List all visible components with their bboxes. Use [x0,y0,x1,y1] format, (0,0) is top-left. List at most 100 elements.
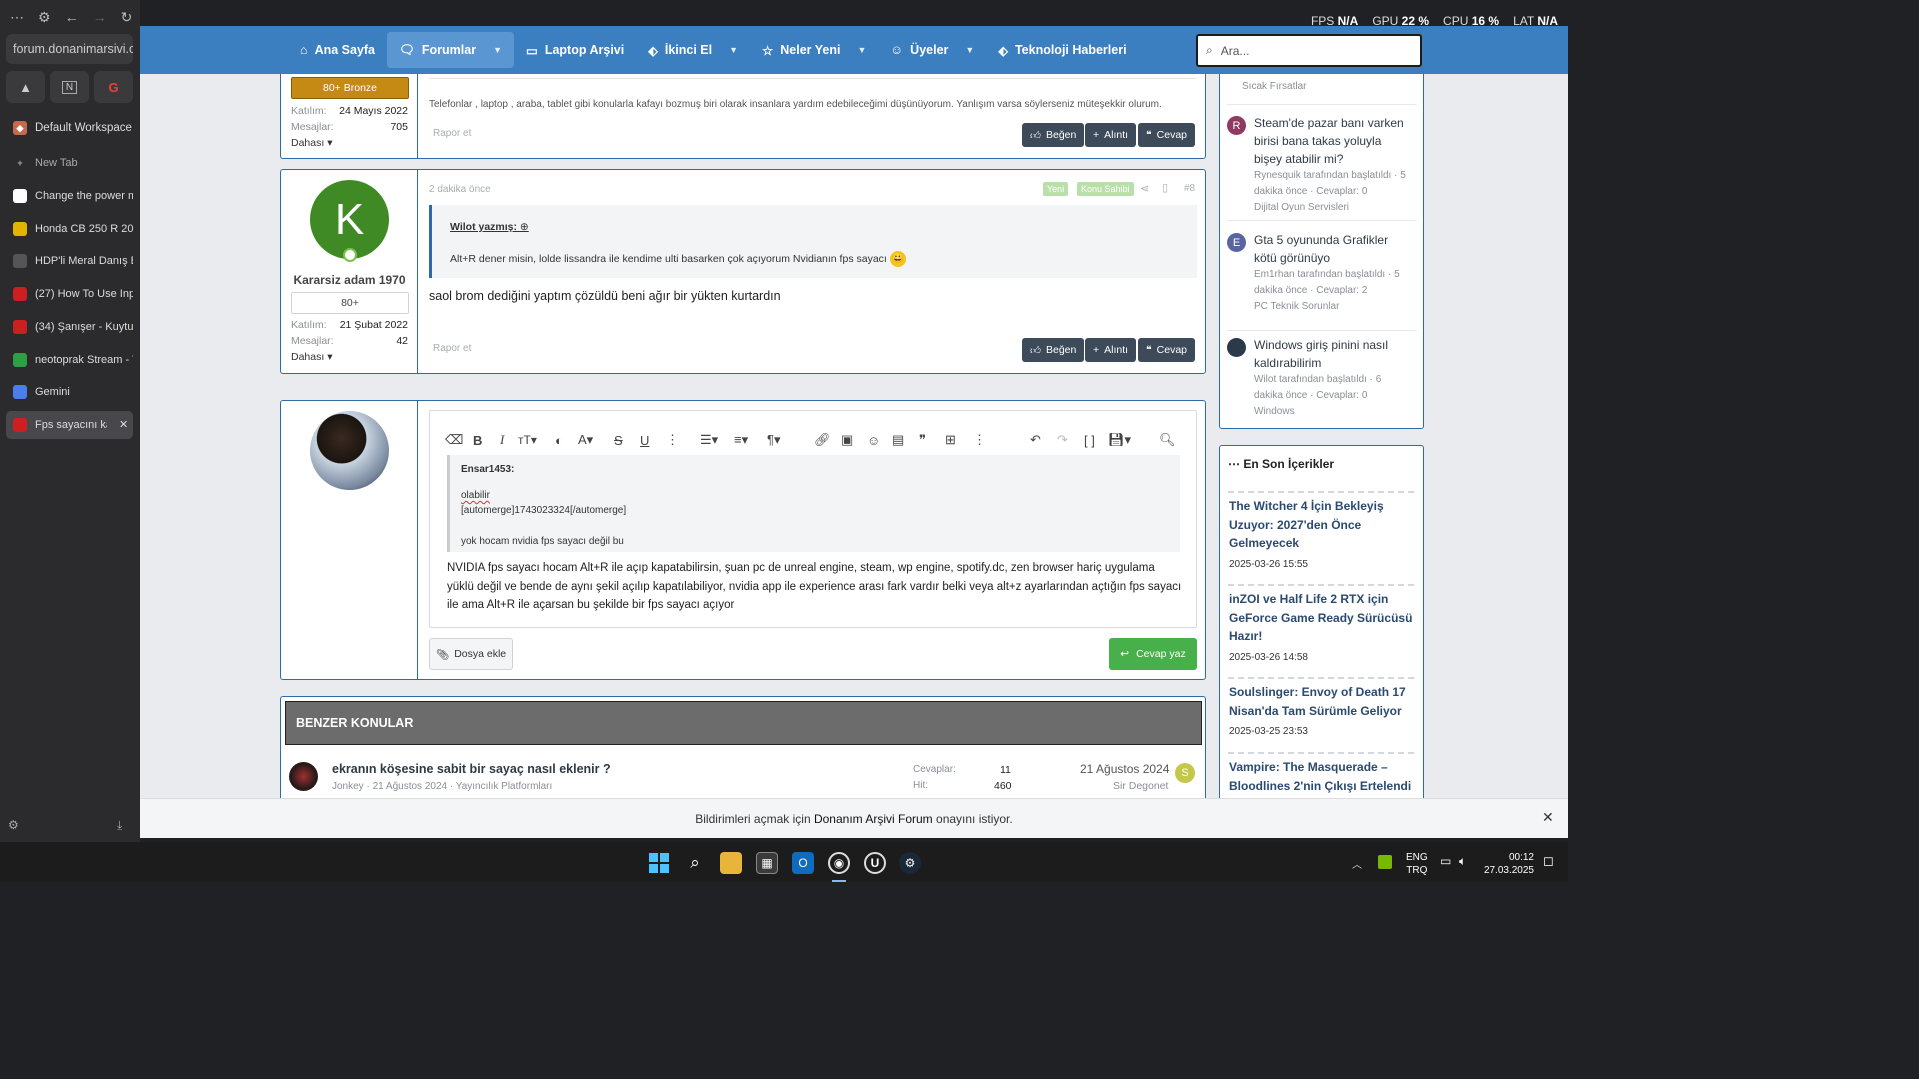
avatar[interactable] [289,762,318,791]
new-tab-button[interactable]: + New Tab [6,149,133,177]
chevron-down-icon[interactable]: ▼ [729,45,738,55]
network-icon[interactable]: ▭ [1440,854,1451,868]
notification-center-icon[interactable]: ◻ [1543,853,1554,869]
list-icon[interactable]: ☰▾ [700,432,718,448]
rich-text-editor[interactable]: ⌫ B I тT▾ ◐ A▾ S U ⋮ ☰▾ ≡▾ ¶▾ 🔗︎ ▣ ☺ ▤ ❞… [429,410,1197,628]
thread-forum[interactable]: Dijital Oyun Servisleri [1227,200,1407,216]
reply-button[interactable]: ❝ Cevap [1138,123,1196,147]
paragraph-icon[interactable]: ¶▾ [767,432,781,448]
table-icon[interactable]: ⊞ [945,432,956,448]
nav-item[interactable]: ▭ Laptop Arşivi [514,32,636,68]
undo-icon[interactable]: ↶ [1030,432,1041,448]
nav-item[interactable]: ⬖ Teknoloji Haberleri [986,32,1138,68]
drafts-icon[interactable]: 💾︎▾ [1108,432,1131,448]
italic-icon[interactable]: I [500,432,504,448]
bold-icon[interactable]: B [473,432,482,448]
chevron-down-icon[interactable]: ▼ [965,45,974,55]
thread-forum[interactable]: Sıcak Fırsatlar [1242,81,1306,92]
avatar[interactable] [1227,338,1246,357]
thread-title[interactable]: Windows giriş pinini nasıl kaldırabiliri… [1227,336,1407,372]
bbcode-icon[interactable]: [ ] [1084,432,1095,448]
nav-item[interactable]: ⬖ İkinci El ▼ [636,32,750,68]
last-post-user[interactable]: Sir Degonet [1113,780,1168,792]
close-icon[interactable]: ✕ [1542,809,1554,826]
text-size-icon[interactable]: тT▾ [518,432,537,448]
store-icon[interactable]: ▦ [756,852,778,874]
share-icon[interactable]: ⋖ [1140,182,1149,195]
close-tab-icon[interactable]: ✕ [119,418,128,431]
bookmark-icon[interactable]: ▯ [1162,181,1168,194]
browser-tab[interactable]: HDP'li Meral Danış Be [6,247,133,275]
browser-tab[interactable]: (27) How To Use Inpu [6,280,133,308]
more-toggle[interactable]: Dahası ▾ [281,135,418,151]
post-number[interactable]: #8 [1184,183,1195,194]
browser-tab[interactable]: neotoprak Stream - V [6,346,133,374]
attach-file-button[interactable]: 📎︎ Dosya ekle [429,638,513,670]
thread-item[interactable]: E Gta 5 oyununda Grafikler kötü görünüyo E… [1227,231,1407,315]
last-post-date[interactable]: 21 Ağustos 2024 [1080,762,1169,776]
news-item[interactable]: The Witcher 4 İçin Bekleyiş Uzuyor: 2027… [1229,497,1415,570]
news-item[interactable]: Vampire: The Masquerade – Bloodlines 2'n… [1229,758,1415,801]
chevron-down-icon[interactable]: ▼ [857,45,866,55]
chevron-down-icon[interactable]: ▼ [493,45,502,55]
menu-icon[interactable]: ⋯ [10,9,24,26]
chevron-up-icon[interactable]: ︿ [1352,856,1362,871]
pinned-tab-notion[interactable]: N [50,71,89,103]
nav-item[interactable]: 🗨︎ Forumlar ▼ [387,32,514,68]
submit-reply-button[interactable]: ↩ Cevap yaz [1109,638,1197,670]
thread-title[interactable]: ekranın köşesine sabit bir sayaç nasıl e… [332,762,611,776]
back-icon[interactable]: ← [65,9,79,25]
zen-browser-icon[interactable]: ◉ [828,852,850,874]
forward-icon[interactable]: → [93,9,107,25]
avatar[interactable] [310,411,389,490]
file-explorer-icon[interactable] [720,852,742,874]
reply-button[interactable]: ❝ Cevap [1138,338,1196,362]
nav-item[interactable]: ⌂ Ana Sayfa [288,32,387,68]
reload-icon[interactable]: ↻ [121,9,133,26]
more-vertical-icon[interactable]: ⋮ [666,432,679,448]
avatar[interactable]: R [1227,116,1246,135]
thread-forum[interactable]: Windows [1227,404,1407,420]
news-title[interactable]: inZOI ve Half Life 2 RTX için GeForce Ga… [1229,590,1415,646]
browser-tab[interactable]: Honda CB 250 R 2019 [6,215,133,243]
link-icon[interactable]: 🔗︎ [814,432,831,448]
eraser-icon[interactable]: ⌫ [445,432,463,448]
avatar[interactable]: S [1175,763,1195,783]
smiley-icon[interactable]: ☺ [867,432,880,448]
nav-item[interactable]: ☺ Üyeler ▼ [878,32,986,68]
font-icon[interactable]: A▾ [578,432,593,448]
more-vertical-icon[interactable]: ⋮ [973,432,986,448]
editor-text[interactable]: NVIDIA fps sayacı hocam Alt+R ile açıp k… [447,559,1182,615]
steam-icon[interactable]: ⚙ [899,852,921,874]
strike-icon[interactable]: S [614,432,623,448]
unreal-engine-icon[interactable]: U [864,852,886,874]
like-button[interactable]: 👍︎ Beğen [1022,123,1085,147]
news-item[interactable]: Soulslinger: Envoy of Death 17 Nisan'da … [1229,683,1415,737]
thread-item[interactable]: R Steam'de pazar banı varken birisi bana … [1227,114,1407,216]
pinned-tab-google[interactable]: G [94,71,133,103]
palette-icon[interactable]: ◐ [555,432,563,448]
search-icon[interactable]: ⌕ [684,852,706,874]
quote-button[interactable]: + Alıntı [1085,123,1137,147]
language-indicator[interactable]: ENG TRQ [1406,851,1428,877]
url-bar[interactable]: forum.donanimarsivi.c [6,34,133,64]
thread-forum[interactable]: PC Teknik Sorunlar [1227,299,1407,315]
search-input[interactable]: ⌕ Ara... [1196,34,1422,67]
report-link[interactable]: Rapor et [433,128,471,139]
volume-icon[interactable]: 🔈︎ [1459,854,1466,869]
underline-icon[interactable]: U [640,432,649,448]
avatar[interactable]: E [1227,233,1246,252]
quote-button[interactable]: + Alıntı [1085,338,1137,362]
download-icon[interactable]: ⤓ [117,818,122,833]
clock[interactable]: 00:12 27.03.2025 [1482,851,1534,877]
browser-tab[interactable]: (34) Şanışer - Kuytu K [6,313,133,341]
report-link[interactable]: Rapor et [433,343,471,354]
nvidia-icon[interactable] [1378,855,1392,869]
redo-icon[interactable]: ↷ [1057,432,1068,448]
media-icon[interactable]: ▤ [892,432,904,448]
windows-start-icon[interactable] [648,852,670,874]
settings-icon[interactable]: ⚙ [8,818,19,832]
thread-item[interactable]: Windows giriş pinini nasıl kaldırabiliri… [1227,336,1407,420]
quote-author[interactable]: Wilot yazmış: ⊕ [450,221,529,233]
username[interactable]: Kararsiz adam 1970 [281,273,418,287]
